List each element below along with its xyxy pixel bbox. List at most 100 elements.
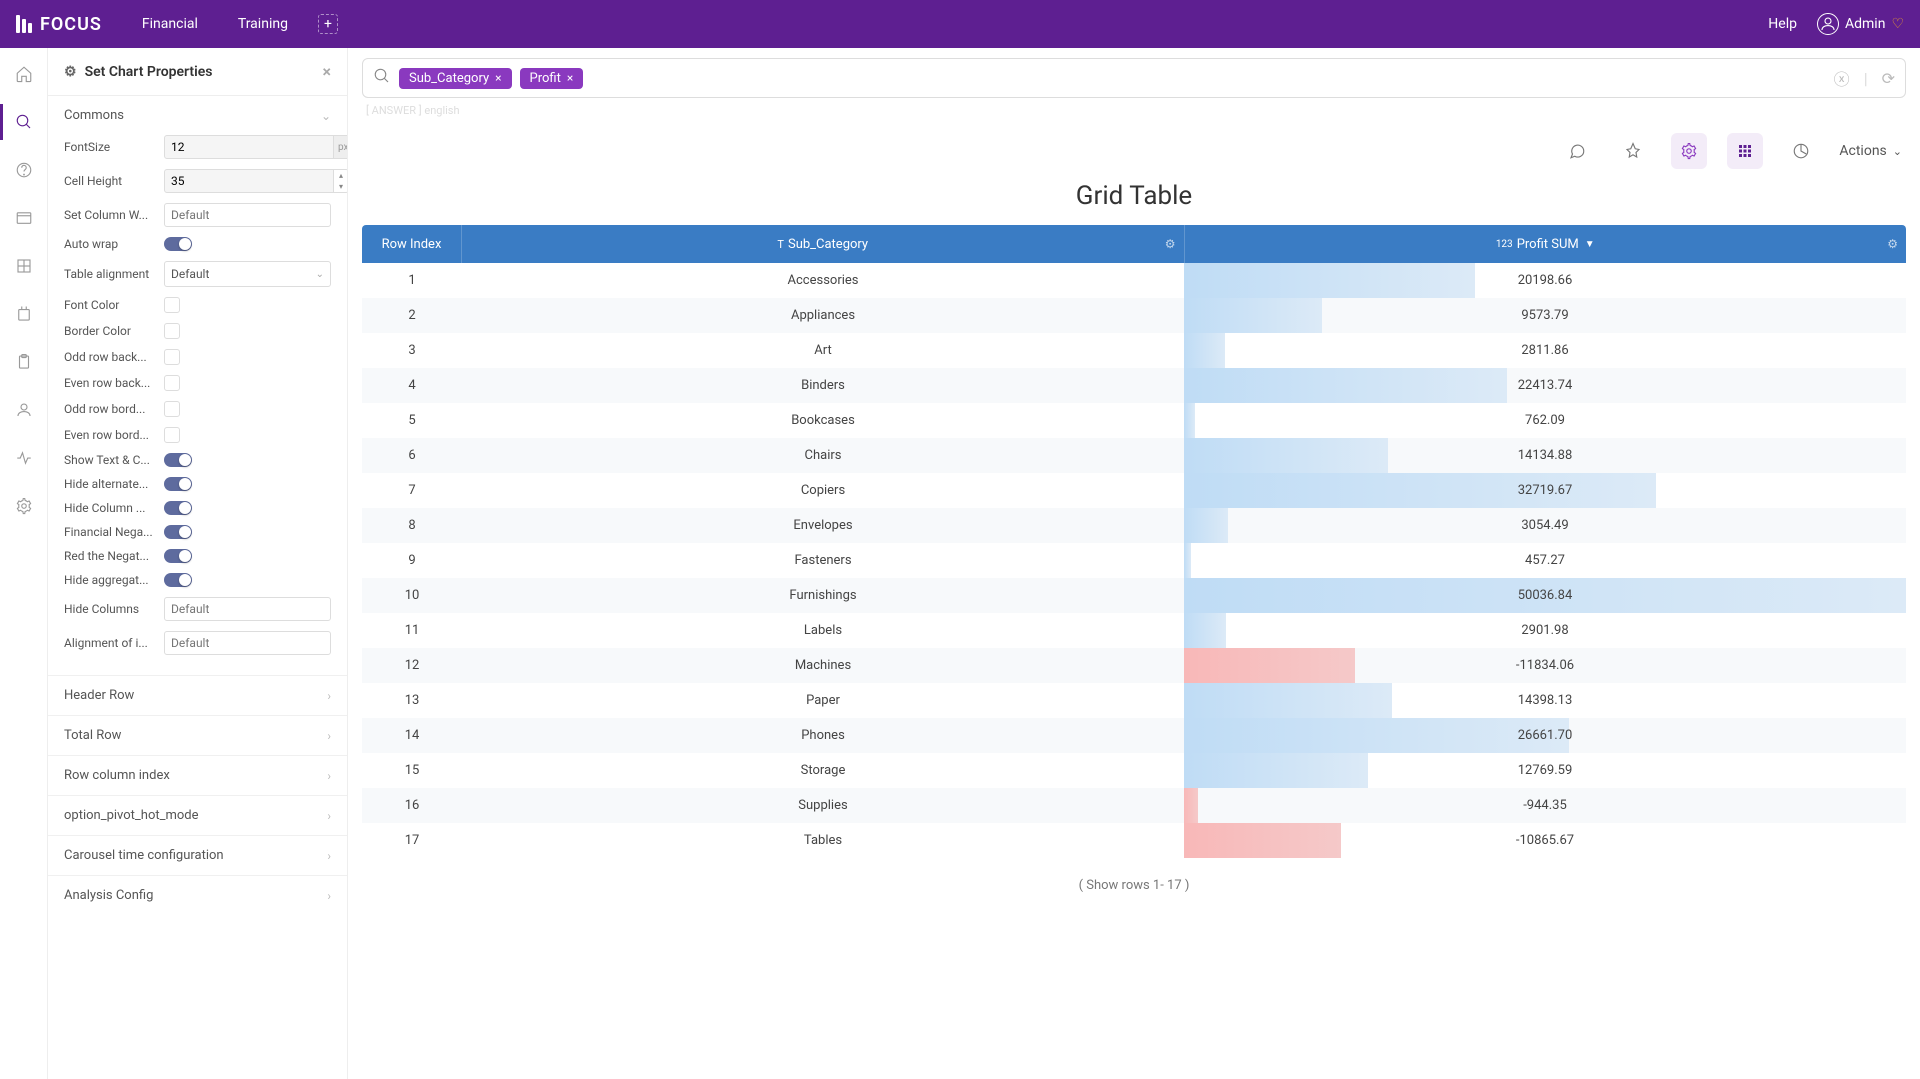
actions-button[interactable]: Actions⌄ — [1839, 143, 1902, 159]
view-grid-icon[interactable] — [1727, 133, 1763, 169]
rail-clipboard-icon[interactable] — [14, 352, 34, 372]
section-carousel-time-configuration[interactable]: Carousel time configuration› — [48, 835, 347, 875]
prop-fontsize-input[interactable] — [164, 135, 334, 159]
content-area: Sub_Category× Profit× ⓧ | ⟳ [ ANSWER ] e… — [348, 48, 1920, 1079]
prop-finnega-toggle[interactable] — [164, 525, 192, 539]
prop-showtext-toggle[interactable] — [164, 453, 192, 467]
table-row[interactable]: 17Tables-10865.67 — [362, 823, 1906, 858]
section-total-row[interactable]: Total Row› — [48, 715, 347, 755]
prop-setcolwidth-input[interactable] — [164, 203, 331, 227]
grid-header: Row Index TSub_Category⚙ 123Profit SUM▼⚙ — [362, 225, 1906, 263]
table-row[interactable]: 11Labels2901.98 — [362, 613, 1906, 648]
table-row[interactable]: 5Bookcases762.09 — [362, 403, 1906, 438]
cell-row-index: 13 — [362, 683, 462, 718]
chip-profit[interactable]: Profit× — [520, 68, 584, 89]
cell-profit-sum: 2811.86 — [1184, 333, 1906, 368]
refresh-icon[interactable]: ⟳ — [1882, 69, 1895, 88]
prop-hidecolumns-input[interactable] — [164, 597, 331, 621]
section-row-column-index[interactable]: Row column index› — [48, 755, 347, 795]
prop-hidealt-label: Hide alternate... — [64, 477, 164, 491]
chip-remove-icon[interactable]: × — [567, 71, 573, 85]
rail-search-icon[interactable] — [14, 112, 34, 132]
rail-user-icon[interactable] — [14, 400, 34, 420]
cell-row-index: 4 — [362, 368, 462, 403]
cell-profit-sum: 26661.70 — [1184, 718, 1906, 753]
rail-dashboard-icon[interactable] — [14, 208, 34, 228]
cell-subcategory: Appliances — [462, 298, 1184, 333]
table-row[interactable]: 6Chairs14134.88 — [362, 438, 1906, 473]
prop-cellheight-input[interactable] — [164, 169, 334, 193]
prop-fontsize-label: FontSize — [64, 140, 164, 154]
cell-profit-sum: 2901.98 — [1184, 613, 1906, 648]
search-icon[interactable] — [373, 67, 391, 89]
table-row[interactable]: 15Storage12769.59 — [362, 753, 1906, 788]
rail-home-icon[interactable] — [14, 64, 34, 84]
prop-bordercolor-label: Border Color — [64, 324, 164, 338]
column-config-icon[interactable]: ⚙ — [1165, 237, 1176, 251]
brand-logo-icon — [16, 15, 34, 33]
prop-evenrowbord-swatch[interactable] — [164, 427, 180, 443]
cell-subcategory: Binders — [462, 368, 1184, 403]
cell-row-index: 6 — [362, 438, 462, 473]
section-header-row[interactable]: Header Row› — [48, 675, 347, 715]
table-row[interactable]: 4Binders22413.74 — [362, 368, 1906, 403]
chip-remove-icon[interactable]: × — [495, 71, 501, 85]
prop-hideagg-toggle[interactable] — [164, 573, 192, 587]
rail-settings-icon[interactable] — [14, 496, 34, 516]
properties-title: Set Chart Properties — [85, 64, 213, 80]
section-analysis-config[interactable]: Analysis Config› — [48, 875, 347, 915]
cell-subcategory: Fasteners — [462, 543, 1184, 578]
step-down-icon[interactable]: ▾ — [334, 181, 348, 192]
comment-icon[interactable] — [1559, 133, 1595, 169]
prop-oddrowback-swatch[interactable] — [164, 349, 180, 365]
prop-alignidx-input[interactable] — [164, 631, 331, 655]
rail-grid-icon[interactable] — [14, 256, 34, 276]
section-commons[interactable]: Commons ⌄ — [48, 96, 347, 135]
table-row[interactable]: 7Copiers32719.67 — [362, 473, 1906, 508]
table-row[interactable]: 12Machines-11834.06 — [362, 648, 1906, 683]
table-row[interactable]: 8Envelopes3054.49 — [362, 508, 1906, 543]
table-row[interactable]: 9Fasteners457.27 — [362, 543, 1906, 578]
clear-all-icon[interactable]: ⓧ — [1834, 66, 1850, 90]
step-up-icon[interactable]: ▴ — [334, 170, 348, 181]
rail-help-icon[interactable] — [14, 160, 34, 180]
nav-item-financial[interactable]: Financial — [142, 16, 198, 32]
chart-type-icon[interactable] — [1783, 133, 1819, 169]
table-row[interactable]: 13Paper14398.13 — [362, 683, 1906, 718]
rail-activity-icon[interactable] — [14, 448, 34, 468]
toolbar: Actions⌄ — [362, 117, 1906, 177]
prop-oddrowbord-swatch[interactable] — [164, 401, 180, 417]
help-link[interactable]: Help — [1768, 16, 1797, 32]
section-option-pivot-hot-mode[interactable]: option_pivot_hot_mode› — [48, 795, 347, 835]
pin-icon[interactable] — [1615, 133, 1651, 169]
prop-evenrowback-swatch[interactable] — [164, 375, 180, 391]
table-row[interactable]: 3Art2811.86 — [362, 333, 1906, 368]
table-row[interactable]: 1Accessories20198.66 — [362, 263, 1906, 298]
table-row[interactable]: 10Furnishings50036.84 — [362, 578, 1906, 613]
sort-desc-icon[interactable]: ▼ — [1585, 239, 1595, 250]
user-badge[interactable]: Admin ♡ — [1817, 13, 1904, 35]
table-row[interactable]: 2Appliances9573.79 — [362, 298, 1906, 333]
prop-rednegat-toggle[interactable] — [164, 549, 192, 563]
meta-lang: english — [424, 104, 459, 117]
chip-subcategory[interactable]: Sub_Category× — [399, 68, 512, 89]
cell-subcategory: Chairs — [462, 438, 1184, 473]
chevron-down-icon: ⌄ — [316, 269, 324, 280]
prop-fontcolor-swatch[interactable] — [164, 297, 180, 313]
prop-hidecol-toggle[interactable] — [164, 501, 192, 515]
properties-panel: ⚙ Set Chart Properties × Commons ⌄ FontS… — [48, 48, 348, 1079]
prop-bordercolor-swatch[interactable] — [164, 323, 180, 339]
chart-settings-icon[interactable] — [1671, 133, 1707, 169]
prop-tablealign-select[interactable]: Default⌄ — [164, 261, 331, 287]
add-tab-button[interactable]: + — [318, 14, 338, 34]
nav-item-training[interactable]: Training — [238, 16, 288, 32]
prop-autowrap-toggle[interactable] — [164, 237, 192, 251]
cell-profit-sum: 9573.79 — [1184, 298, 1906, 333]
table-row[interactable]: 16Supplies-944.35 — [362, 788, 1906, 823]
close-icon[interactable]: × — [323, 62, 332, 81]
prop-hidealt-toggle[interactable] — [164, 477, 192, 491]
rail-folder-icon[interactable] — [14, 304, 34, 324]
table-row[interactable]: 14Phones26661.70 — [362, 718, 1906, 753]
column-config-icon[interactable]: ⚙ — [1887, 237, 1898, 251]
chevron-right-icon: › — [327, 889, 331, 903]
